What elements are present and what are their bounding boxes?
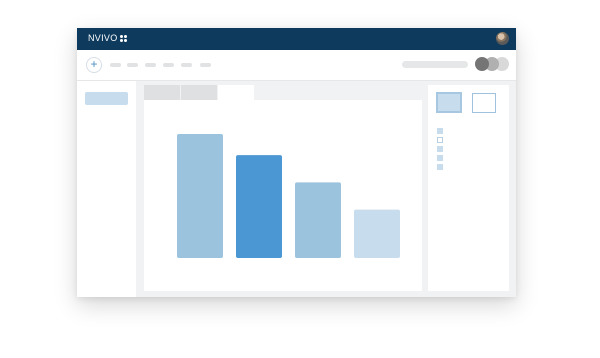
title-bar: NVIVO xyxy=(77,28,516,50)
navigation-pane xyxy=(77,81,136,297)
app-logo[interactable]: NVIVO xyxy=(88,33,127,43)
option-checkbox[interactable] xyxy=(437,155,443,161)
toolbar-menu-item[interactable] xyxy=(181,63,192,67)
user-avatar-icon[interactable] xyxy=(496,32,509,45)
chart-bar-2[interactable] xyxy=(236,155,282,258)
option-checkbox[interactable] xyxy=(437,146,443,152)
option-checkbox[interactable] xyxy=(437,137,443,143)
plus-icon: + xyxy=(90,57,98,71)
layout-thumbnail[interactable] xyxy=(472,93,496,113)
document-tab[interactable] xyxy=(144,85,180,100)
bar-chart xyxy=(177,134,400,258)
toolbar: + xyxy=(77,50,516,81)
page: { "app": { "logo_text": "NVIVO", "logo_i… xyxy=(0,0,600,358)
toolbar-menu-item[interactable] xyxy=(110,63,121,67)
option-checkbox[interactable] xyxy=(437,128,443,134)
search-input[interactable] xyxy=(402,61,468,68)
chart-bar-1[interactable] xyxy=(177,134,223,258)
toolbar-menu-item[interactable] xyxy=(127,63,138,67)
properties-pane xyxy=(428,85,509,291)
toolbar-menu-item[interactable] xyxy=(200,63,211,67)
toolbar-menu-item[interactable] xyxy=(145,63,156,67)
option-checkbox[interactable] xyxy=(437,164,443,170)
chart-bar-4[interactable] xyxy=(354,209,400,258)
four-dots-grid-icon xyxy=(119,34,127,42)
chart-canvas xyxy=(144,100,422,291)
chart-bar-3[interactable] xyxy=(295,182,341,258)
logo-text: NVIVO xyxy=(88,33,118,43)
toggle-knob xyxy=(475,57,489,71)
toolbar-menu-item[interactable] xyxy=(163,63,174,67)
app-window: NVIVO + xyxy=(77,28,516,297)
document-tab-active[interactable] xyxy=(218,85,254,100)
document-tab[interactable] xyxy=(181,85,217,100)
layout-thumbnail-selected[interactable] xyxy=(436,92,462,113)
add-button[interactable]: + xyxy=(86,57,102,73)
view-toggle[interactable] xyxy=(475,57,509,71)
nav-item-selected[interactable] xyxy=(85,92,128,105)
